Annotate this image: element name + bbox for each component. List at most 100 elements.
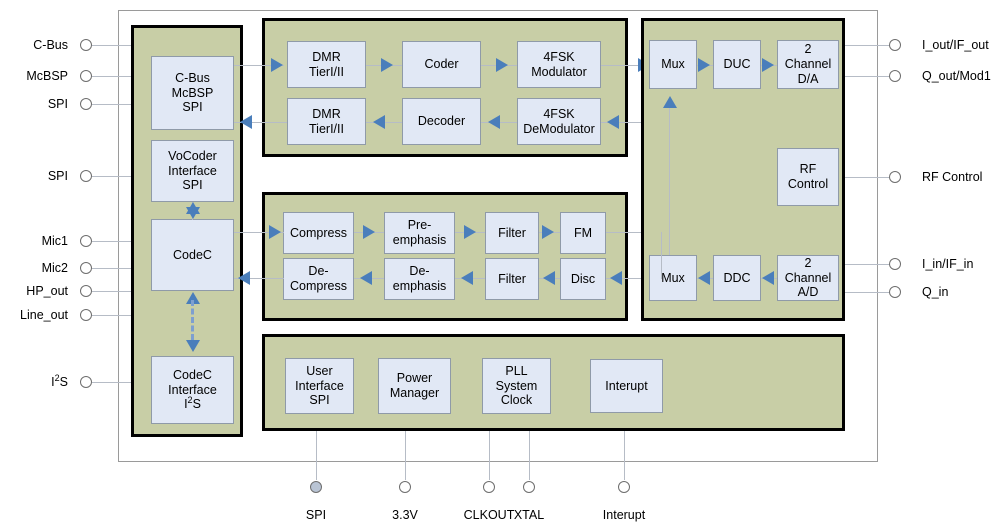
arrow-up-into-muxtx	[663, 96, 677, 108]
pin-c-bus[interactable]	[80, 39, 92, 51]
block-decoder[interactable]: Decoder	[402, 98, 481, 145]
pin-q-out-mod1[interactable]	[889, 70, 901, 82]
block-pre-emphasis[interactable]: Pre- emphasis	[384, 212, 455, 254]
block-filter-tx[interactable]: Filter	[485, 212, 539, 254]
wire-muxrx-to-muxtx	[669, 103, 670, 255]
block-line: DMR	[312, 49, 341, 64]
block-line: Interface	[295, 378, 344, 393]
block-line: SPI	[182, 178, 203, 193]
block-dmr-tier-rx[interactable]: DMR TierI/II	[287, 98, 366, 145]
arrow-deemphasis-to-decompress	[360, 271, 372, 285]
block-line: Disc	[570, 271, 596, 286]
wire-elbow-fm-vertical	[661, 232, 662, 279]
block-user-interface-spi[interactable]: User Interface SPI	[285, 358, 354, 414]
block-de-emphasis[interactable]: De- emphasis	[384, 258, 455, 300]
block-line: CodeC	[173, 247, 212, 262]
block-compress[interactable]: Compress	[283, 212, 354, 254]
block-vocoder-interface-spi[interactable]: VoCoder Interface SPI	[151, 140, 234, 202]
block-coder[interactable]: Coder	[402, 41, 481, 88]
block-de-compress[interactable]: De- Compress	[283, 258, 354, 300]
block-pll-system-clock[interactable]: PLL System Clock	[482, 358, 551, 414]
block-rf-control[interactable]: RF Control	[777, 148, 839, 206]
block-duc[interactable]: DUC	[713, 40, 761, 89]
block-line: DUC	[723, 57, 751, 72]
wire-bottom-interupt	[624, 430, 625, 480]
pin-line-out[interactable]	[80, 309, 92, 321]
block-line: Filter	[498, 225, 526, 240]
block-line: 2	[804, 255, 812, 270]
pin-spi-upper[interactable]	[80, 98, 92, 110]
block-line: Compress	[290, 279, 347, 293]
pin-label-i2s: I2S	[51, 372, 68, 389]
pin-i2s[interactable]	[80, 376, 92, 388]
block-4fsk-modulator[interactable]: 4FSK Modulator	[517, 41, 601, 88]
block-line: emphasis	[392, 279, 447, 293]
block-line: 4FSK	[543, 49, 575, 64]
pin-label-q-out-mod1: Q_out/Mod1	[922, 69, 991, 83]
pin-i-out-if-out[interactable]	[889, 39, 901, 51]
block-line-i2s: I2S	[184, 395, 201, 412]
pin-label-line-out: Line_out	[20, 308, 68, 322]
block-line: FM	[573, 225, 593, 240]
block-power-manager[interactable]: Power Manager	[378, 358, 451, 414]
block-diagram-canvas: C-Bus McBSP SPI SPI Mic1 Mic2 HP_out Lin…	[0, 0, 1007, 529]
pin-label-spi-upper: SPI	[47, 97, 68, 111]
pin-mic2[interactable]	[80, 262, 92, 274]
wire-bottom-33v	[405, 430, 406, 480]
block-line: TierI/II	[309, 121, 344, 136]
pin-bottom-3-3v[interactable]	[399, 481, 411, 493]
block-4fsk-demodulator[interactable]: 4FSK DeModulator	[517, 98, 601, 145]
block-cbus-mcbsp-spi[interactable]: C-Bus McBSP SPI	[151, 56, 234, 130]
wire-dashed-codec-i2s	[191, 300, 194, 340]
arrow-down-codec	[186, 207, 200, 219]
pin-label-bottom-3-3v: 3.3V	[392, 508, 418, 522]
pin-bottom-interupt[interactable]	[618, 481, 630, 493]
wire-bottom-clkout	[489, 430, 490, 480]
wire-right-rfctl	[845, 177, 893, 178]
pin-hp-out[interactable]	[80, 285, 92, 297]
block-dmr-tier-tx[interactable]: DMR TierI/II	[287, 41, 366, 88]
arrow-demod-to-decoder	[488, 115, 500, 129]
pin-q-in[interactable]	[889, 286, 901, 298]
arrow-down-codec-if	[186, 340, 200, 352]
arrow-decompress-to-codec	[238, 271, 250, 285]
block-line: De-	[409, 264, 430, 279]
block-line: TierI/II	[309, 64, 344, 79]
block-line: System	[495, 378, 538, 393]
block-line: Interface	[168, 163, 217, 178]
arrow-ddc-to-muxrx	[698, 271, 710, 285]
block-line: Power	[396, 371, 433, 386]
arrow-filter-to-fm	[542, 225, 554, 239]
pin-mcbsp[interactable]	[80, 70, 92, 82]
block-mux-tx[interactable]: Mux	[649, 40, 697, 89]
pin-i-in-if-in[interactable]	[889, 258, 901, 270]
pin-label-spi-vocoder: SPI	[47, 169, 68, 183]
pin-bottom-clkout[interactable]	[483, 481, 495, 493]
arrow-into-dmr-tx	[271, 58, 283, 72]
block-fm[interactable]: FM	[560, 212, 606, 254]
arrow-dmrrx-to-cbus	[240, 115, 252, 129]
block-line: Manager	[389, 386, 440, 400]
pin-mic1[interactable]	[80, 235, 92, 247]
block-line: 2	[804, 42, 812, 57]
block-disc[interactable]: Disc	[560, 258, 606, 300]
block-2channel-ad[interactable]: 2 Channel A/D	[777, 255, 839, 301]
block-interupt[interactable]: Interupt	[590, 359, 663, 413]
block-2channel-da[interactable]: 2 Channel D/A	[777, 40, 839, 89]
pin-rf-control[interactable]	[889, 171, 901, 183]
block-mux-rx[interactable]: Mux	[649, 255, 697, 301]
block-codec[interactable]: CodeC	[151, 219, 234, 291]
pin-bottom-xtal[interactable]	[523, 481, 535, 493]
pin-label-c-bus: C-Bus	[33, 38, 68, 52]
pin-label-q-in: Q_in	[922, 285, 949, 299]
pin-label-hp-out: HP_out	[26, 284, 68, 298]
wire-bottom-spi	[316, 430, 317, 480]
block-codec-interface-i2s[interactable]: CodeC Interface I2S	[151, 356, 234, 424]
block-filter-rx[interactable]: Filter	[485, 258, 539, 300]
block-line: DMR	[312, 106, 341, 121]
block-ddc[interactable]: DDC	[713, 255, 761, 301]
block-line: Compress	[290, 225, 347, 240]
pin-spi-vocoder[interactable]	[80, 170, 92, 182]
pin-bottom-spi[interactable]	[310, 481, 322, 493]
block-line: emphasis	[392, 233, 447, 247]
